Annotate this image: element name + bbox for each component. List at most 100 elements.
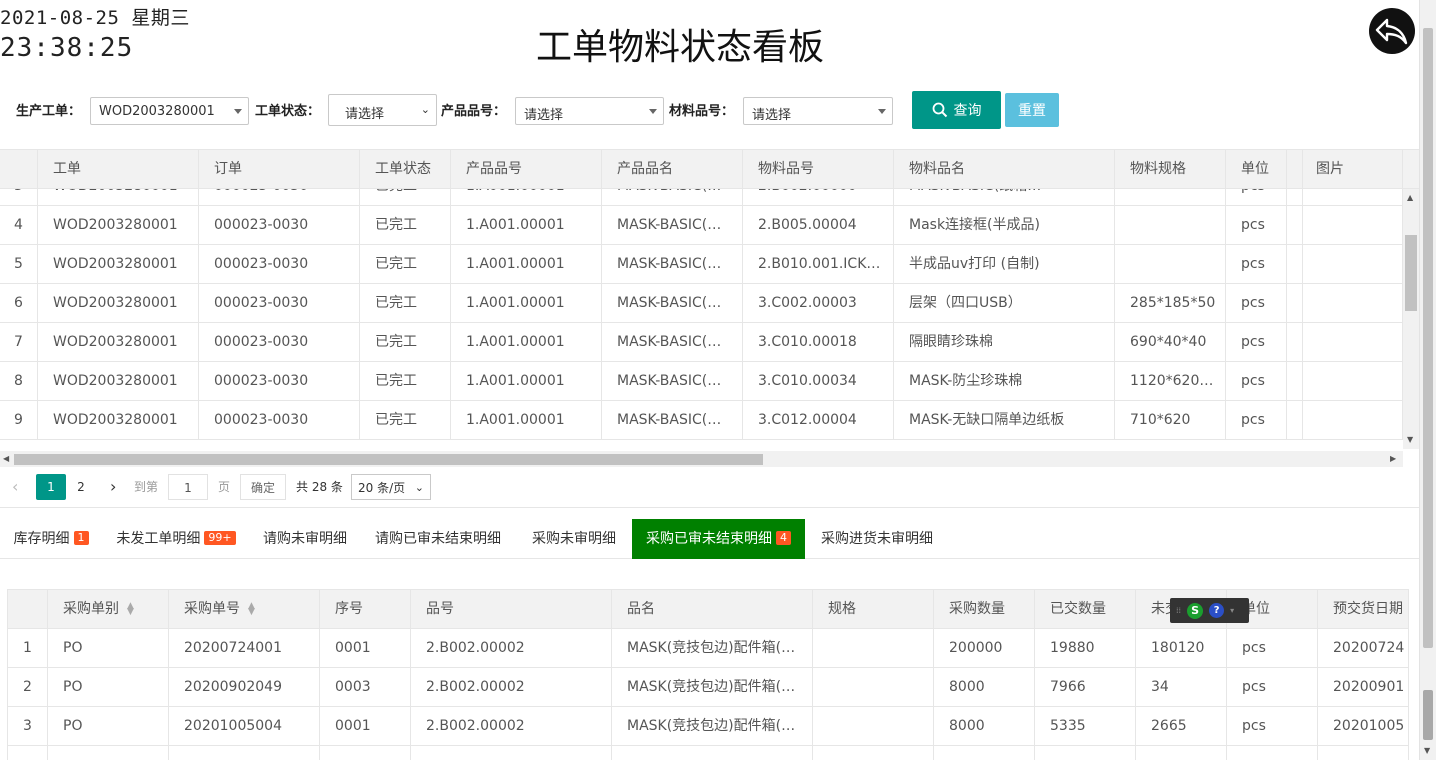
dropdown-icon[interactable]: ▾ — [1230, 606, 1234, 615]
column-header-label: 规格 — [828, 601, 856, 617]
column-header[interactable]: 采购单号 ▲ ▼ — [169, 590, 320, 629]
table-cell: 2.B002.00002 — [411, 629, 612, 668]
table-body[interactable]: 3WOD2003280001000023-0030已完工1.A001.00001… — [0, 189, 1403, 440]
table-horizontal-scrollbar-thumb[interactable] — [14, 454, 763, 465]
table-row[interactable] — [8, 746, 1408, 760]
work-order-select[interactable]: WOD2003280001 — [90, 97, 249, 125]
table-row[interactable]: 1 PO 20200724001 0001 2.B002.00002 MASK(竞技包边)… — [8, 629, 1408, 668]
prev-page-icon[interactable]: ‹ — [12, 474, 18, 500]
scroll-right-arrow-icon[interactable]: ▶ — [1390, 454, 1396, 463]
table-cell: 20200901 — [1318, 668, 1408, 707]
table-row[interactable]: 9 WOD2003280001 000023-0030 已完工 1.A001.00001… — [0, 401, 1403, 440]
back-button[interactable] — [1369, 8, 1415, 54]
column-header[interactable]: 物料规格 — [1115, 150, 1226, 189]
column-header[interactable]: 图片 — [1301, 150, 1403, 189]
column-header[interactable]: 产品品名 — [602, 150, 743, 189]
scroll-left-arrow-icon[interactable]: ◀ — [3, 454, 9, 463]
column-header[interactable]: 采购数量 — [934, 590, 1035, 629]
table-body[interactable]: 1 PO 20200724001 0001 2.B002.00002 MASK(竞技包边)… — [8, 629, 1408, 760]
tab-4[interactable]: 请购已审未结束明细 — [360, 519, 516, 559]
table-cell: 已完工 — [360, 323, 451, 362]
page-size-value: 20 条/页 — [358, 481, 406, 495]
table-horizontal-scrollbar[interactable]: ◀ ▶ — [0, 451, 1403, 467]
row-number: 7 — [0, 323, 38, 362]
s-logo-icon[interactable]: S — [1187, 602, 1204, 619]
column-header[interactable]: 品号 — [411, 590, 612, 629]
table-cell: 710*620 — [1115, 401, 1226, 440]
column-header[interactable]: 工单 — [38, 150, 199, 189]
reset-button[interactable]: 重置 — [1005, 93, 1059, 127]
back-arrow-icon — [1375, 18, 1408, 45]
column-header[interactable]: 物料品名 — [894, 150, 1115, 189]
column-header[interactable]: 预交货日期 — [1318, 590, 1408, 629]
table-cell: 2.B010.001.ICK… — [743, 245, 894, 284]
help-icon[interactable]: ? — [1209, 603, 1225, 618]
tab-label: 库存明细 — [13, 531, 70, 547]
table-cell: 2.B002.00002 — [411, 707, 612, 746]
page-scrollbar[interactable]: ▼ — [1419, 0, 1436, 760]
sort-icon[interactable]: ▲ ▼ — [127, 602, 134, 617]
table-row[interactable]: 5 WOD2003280001 000023-0030 已完工 1.A001.00001… — [0, 245, 1403, 284]
page-1-button[interactable]: 1 — [36, 474, 66, 500]
page-size-select[interactable]: 20 条/页 ⌄ — [351, 474, 431, 500]
query-button[interactable]: 查询 — [912, 91, 1001, 129]
sort-icon[interactable]: ▲ ▼ — [248, 602, 255, 617]
table-cell: 20201005 — [1318, 707, 1408, 746]
table-cell: MASK-BASIC(… — [602, 189, 743, 206]
product-select[interactable]: 请选择 — [515, 97, 664, 125]
row-number: 1 — [8, 629, 48, 668]
column-header[interactable]: 规格 — [813, 590, 934, 629]
tab-1[interactable]: 库存明细 1 — [0, 519, 102, 559]
column-header[interactable]: 单位 — [1226, 150, 1287, 189]
table-vertical-scrollbar[interactable]: ▲ ▼ — [1403, 189, 1419, 449]
scroll-up-arrow-icon[interactable]: ▲ — [1407, 193, 1413, 202]
table-row[interactable]: 8 WOD2003280001 000023-0030 已完工 1.A001.00001… — [0, 362, 1403, 401]
table-cell — [1115, 206, 1226, 245]
column-header[interactable]: 产品品号 — [451, 150, 602, 189]
row-number: 6 — [0, 284, 38, 323]
column-header[interactable]: 采购单别 ▲ ▼ — [48, 590, 169, 629]
table-row[interactable]: 3WOD2003280001000023-0030已完工1.A001.00001… — [0, 189, 1403, 206]
table-cell: 已完工 — [360, 189, 451, 206]
page-2-button[interactable]: 2 — [69, 474, 93, 500]
column-header[interactable]: 已交数量 — [1035, 590, 1136, 629]
column-header-label: 采购单号 — [184, 601, 240, 617]
column-header-label: 序号 — [335, 601, 363, 617]
status-select[interactable]: 请选择 ⌄ — [328, 94, 437, 126]
table-cell: 000023-0030 — [199, 189, 360, 206]
scroll-down-arrow-icon[interactable]: ▼ — [1407, 435, 1413, 444]
table-cell: 285*185*50 — [1115, 284, 1226, 323]
page-scrollbar-thumb-lower[interactable] — [1423, 690, 1433, 740]
tab-5[interactable]: 采购未审明细 — [516, 519, 632, 559]
table-cell: 000023-0030 — [199, 362, 360, 401]
table-cell: MASK-BASIC(… — [602, 362, 743, 401]
next-page-icon[interactable]: › — [110, 474, 116, 500]
column-header[interactable]: 序号 — [320, 590, 411, 629]
table-row[interactable]: 3 PO 20201005004 0001 2.B002.00002 MASK(竞技包边)… — [8, 707, 1408, 746]
table-cell: 1.A001.00001 — [451, 189, 602, 206]
column-header[interactable]: 订单 — [199, 150, 360, 189]
scroll-down-arrow-icon[interactable]: ▼ — [1424, 746, 1430, 755]
material-select[interactable]: 请选择 — [743, 97, 893, 125]
tab-2[interactable]: 未发工单明细 99+ — [102, 519, 250, 559]
table-row[interactable]: 7 WOD2003280001 000023-0030 已完工 1.A001.00001… — [0, 323, 1403, 362]
goto-confirm-button[interactable]: 确定 — [240, 474, 286, 500]
column-header[interactable]: 物料品号 — [743, 150, 894, 189]
floating-toolbar[interactable]: ⁞⁞ S ? ▾ — [1170, 598, 1249, 623]
column-header[interactable]: 工单状态 — [360, 150, 451, 189]
table-vertical-scrollbar-thumb[interactable] — [1405, 235, 1417, 311]
tab-7[interactable]: 采购进货未审明细 — [805, 519, 949, 559]
table-row[interactable]: 2 PO 20200902049 0003 2.B002.00002 MASK(竞技包边)… — [8, 668, 1408, 707]
grip-icon[interactable]: ⁞⁞ — [1176, 606, 1181, 615]
table-cell — [1301, 323, 1403, 362]
table-cell: WOD2003280001 — [38, 206, 199, 245]
table-row[interactable]: 4 WOD2003280001 000023-0030 已完工 1.A001.00001… — [0, 206, 1403, 245]
column-header[interactable]: 品名 — [612, 590, 813, 629]
table-cell: 3.C010.00018 — [743, 323, 894, 362]
goto-page-input[interactable]: 1 — [168, 474, 208, 500]
tab-6[interactable]: 采购已审未结束明细 4 — [632, 519, 805, 559]
page-scrollbar-thumb[interactable] — [1423, 28, 1433, 648]
tab-3[interactable]: 请购未审明细 — [250, 519, 360, 559]
row-number: 8 — [0, 362, 38, 401]
table-row[interactable]: 6 WOD2003280001 000023-0030 已完工 1.A001.00001… — [0, 284, 1403, 323]
